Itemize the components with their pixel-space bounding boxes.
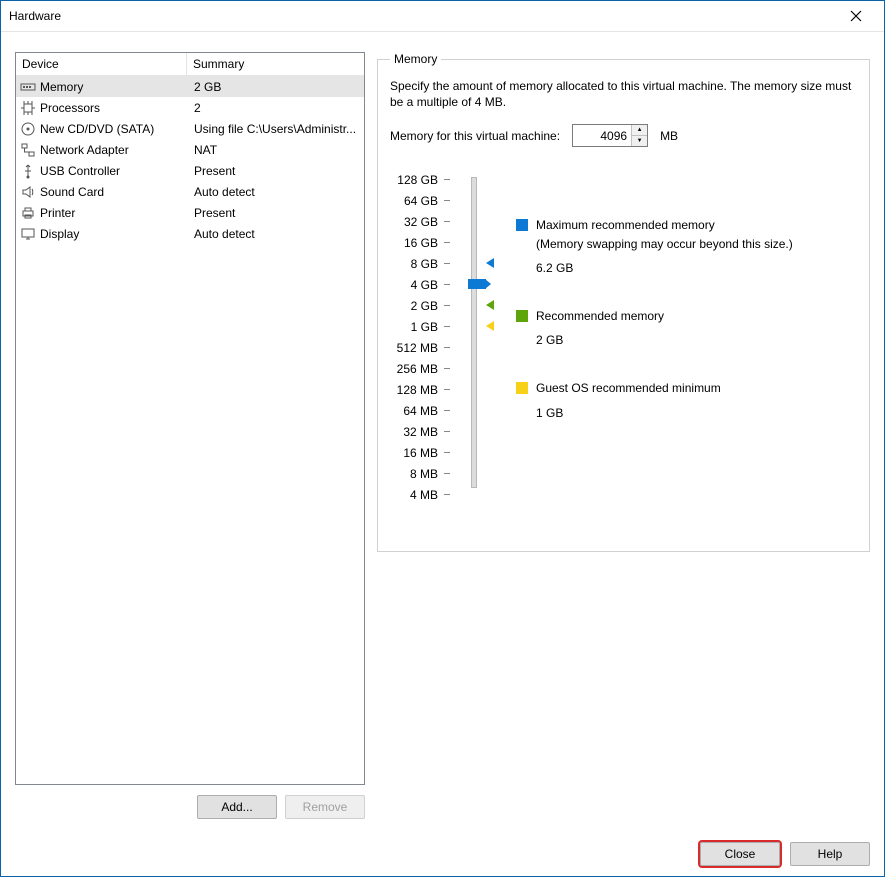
marker-max-icon — [486, 258, 494, 268]
close-button[interactable]: Close — [700, 842, 780, 866]
memory-description: Specify the amount of memory allocated t… — [390, 78, 857, 110]
disc-icon — [20, 121, 36, 137]
device-summary: NAT — [194, 143, 360, 157]
device-list[interactable]: Device Summary Memory 2 GB Processors 2 New … — [15, 52, 365, 785]
window-close-button[interactable] — [836, 2, 876, 30]
swatch-guest-icon — [516, 382, 528, 394]
device-name: Processors — [40, 101, 190, 115]
device-row[interactable]: Memory 2 GB — [16, 76, 364, 97]
col-summary[interactable]: Summary — [187, 53, 364, 75]
device-name: Memory — [40, 80, 190, 94]
device-name: Display — [40, 227, 190, 241]
memory-input[interactable] — [573, 125, 631, 146]
tick: 32 MB — [390, 421, 450, 442]
legend-rec-title: Recommended memory — [536, 308, 664, 324]
close-icon — [850, 10, 862, 22]
tick: 128 GB — [390, 169, 450, 190]
spin-down-button[interactable]: ▼ — [632, 136, 647, 146]
device-row[interactable]: New CD/DVD (SATA) Using file C:\Users\Adm… — [16, 118, 364, 139]
device-name: USB Controller — [40, 164, 190, 178]
device-name: Printer — [40, 206, 190, 220]
tick: 16 MB — [390, 442, 450, 463]
device-name: New CD/DVD (SATA) — [40, 122, 190, 136]
device-name: Sound Card — [40, 185, 190, 199]
device-row[interactable]: Network Adapter NAT — [16, 139, 364, 160]
help-button[interactable]: Help — [790, 842, 870, 866]
memory-input-label: Memory for this virtual machine: — [390, 129, 560, 143]
memory-slider[interactable] — [468, 169, 498, 505]
legend-max-sub: (Memory swapping may occur beyond this s… — [536, 236, 793, 252]
display-icon — [20, 226, 36, 242]
device-summary: Present — [194, 164, 360, 178]
tick: 32 GB — [390, 211, 450, 232]
tick: 256 MB — [390, 358, 450, 379]
swatch-max-icon — [516, 219, 528, 231]
legend-max-title: Maximum recommended memory — [536, 217, 793, 233]
tick: 16 GB — [390, 232, 450, 253]
marker-rec-icon — [486, 300, 494, 310]
remove-button[interactable]: Remove — [285, 795, 365, 819]
legend-guest-title: Guest OS recommended minimum — [536, 380, 721, 396]
tick: 4 MB — [390, 484, 450, 505]
device-name: Network Adapter — [40, 143, 190, 157]
slider-thumb[interactable] — [468, 279, 486, 289]
tick: 512 MB — [390, 337, 450, 358]
hardware-window: Hardware Device Summary Memory 2 GB Proces… — [0, 0, 885, 877]
device-row[interactable]: Processors 2 — [16, 97, 364, 118]
col-device[interactable]: Device — [16, 53, 187, 75]
memory-tick-labels: 128 GB64 GB32 GB16 GB8 GB4 GB2 GB1 GB512… — [390, 169, 450, 505]
dialog-footer: Close Help — [700, 842, 870, 866]
device-summary: Auto detect — [194, 185, 360, 199]
spin-up-button[interactable]: ▲ — [632, 125, 647, 136]
legend-rec-value: 2 GB — [536, 332, 664, 348]
network-icon — [20, 142, 36, 158]
device-row[interactable]: USB Controller Present — [16, 160, 364, 181]
device-list-header: Device Summary — [16, 53, 364, 76]
device-row[interactable]: Display Auto detect — [16, 223, 364, 244]
tick: 2 GB — [390, 295, 450, 316]
memory-unit: MB — [660, 129, 678, 143]
usb-icon — [20, 163, 36, 179]
legend-max-value: 6.2 GB — [536, 260, 793, 276]
memory-legend-panel: Maximum recommended memory (Memory swapp… — [516, 169, 857, 505]
device-summary: Using file C:\Users\Administr... — [194, 122, 360, 136]
tick: 1 GB — [390, 316, 450, 337]
device-row[interactable]: Printer Present — [16, 202, 364, 223]
slider-track — [471, 177, 477, 488]
device-summary: 2 GB — [194, 80, 360, 94]
sound-icon — [20, 184, 36, 200]
device-summary: Present — [194, 206, 360, 220]
memory-spinbox[interactable]: ▲ ▼ — [572, 124, 648, 147]
titlebar: Hardware — [1, 1, 884, 32]
swatch-rec-icon — [516, 310, 528, 322]
memory-fieldset: Memory Specify the amount of memory allo… — [377, 52, 870, 552]
device-row[interactable]: Sound Card Auto detect — [16, 181, 364, 202]
tick: 64 GB — [390, 190, 450, 211]
legend-guest-value: 1 GB — [536, 405, 721, 421]
tick: 4 GB — [390, 274, 450, 295]
tick: 64 MB — [390, 400, 450, 421]
marker-guest-icon — [486, 321, 494, 331]
memory-legend: Memory — [390, 52, 441, 66]
tick: 8 MB — [390, 463, 450, 484]
window-title: Hardware — [9, 9, 836, 23]
cpu-icon — [20, 100, 36, 116]
add-button[interactable]: Add... — [197, 795, 277, 819]
memory-icon — [20, 79, 36, 95]
device-summary: 2 — [194, 101, 360, 115]
printer-icon — [20, 205, 36, 221]
tick: 128 MB — [390, 379, 450, 400]
device-summary: Auto detect — [194, 227, 360, 241]
tick: 8 GB — [390, 253, 450, 274]
